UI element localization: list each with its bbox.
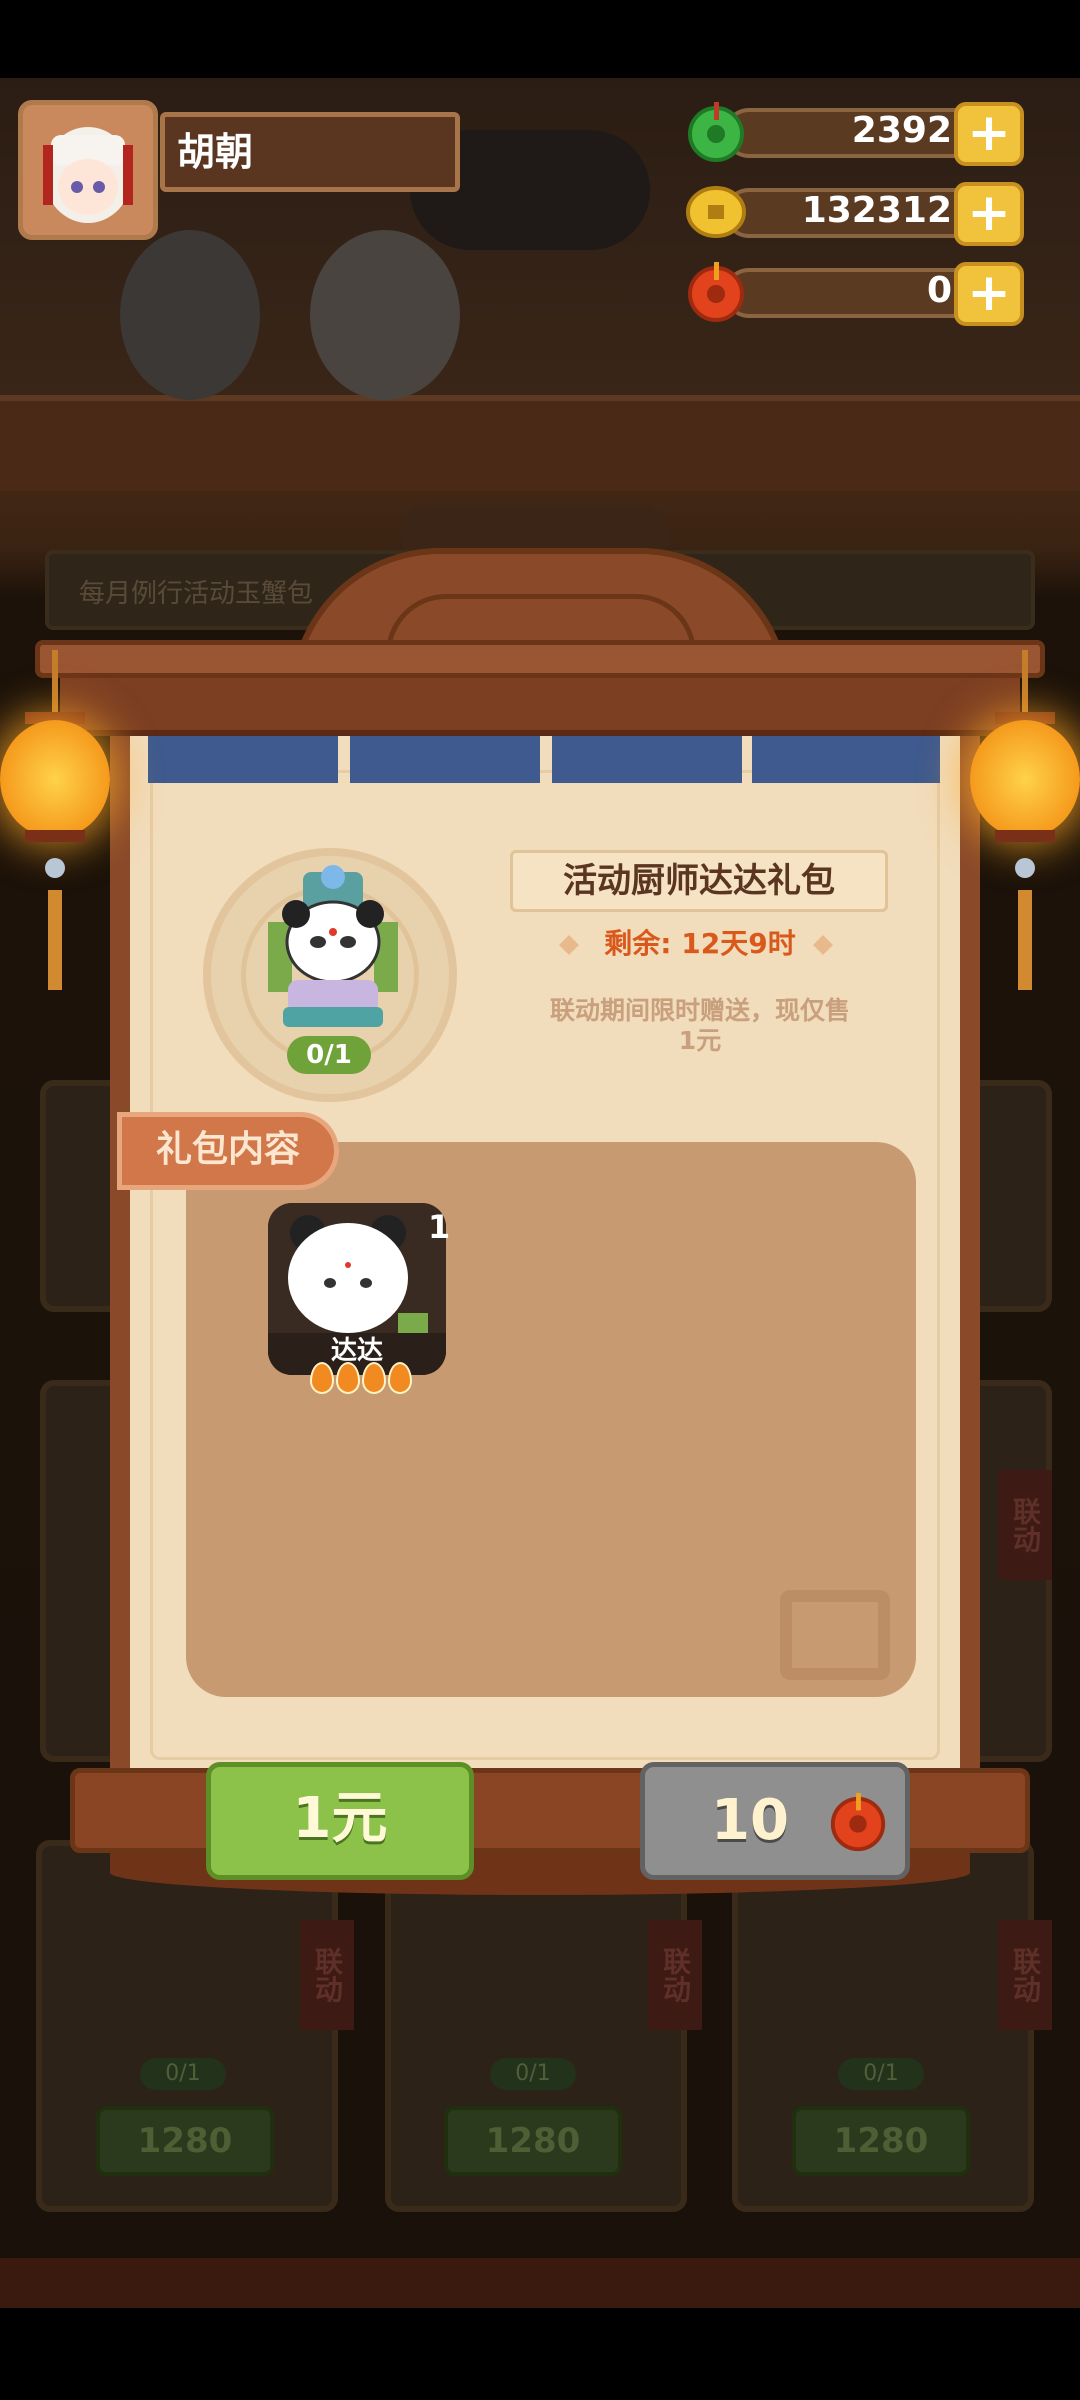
lantern-string [52,650,58,720]
gold-coin-icon [686,186,746,238]
green-jade-icon [688,102,744,162]
flame-star-icon [336,1362,360,1394]
player-avatar[interactable] [18,100,158,240]
background-side-tag: 联动 [998,1920,1052,2030]
red-jade-icon [830,1792,886,1852]
resource-value: 0 [926,270,952,311]
wave-tile [148,733,338,783]
background-side-tag: 联动 [300,1920,354,2030]
portrait-count: 0/1 [287,1036,371,1074]
background-side-tag: 联动 [998,1470,1052,1580]
lantern-right-icon [970,720,1080,838]
background-card-count: 0/1 [140,2058,226,2090]
wave-tile [350,733,540,783]
frame-top-beam [35,640,1045,678]
background-card-price: 1280 [96,2106,274,2176]
background-shelf [0,395,1080,491]
background-card-count: 0/1 [838,2058,924,2090]
add-red-jade-button[interactable]: + [954,262,1024,326]
wave-tile [752,733,940,783]
avatar-portrait-icon [23,105,153,235]
player-name: 胡朝 [160,112,460,192]
resource-red-jade: 0 + [684,260,1024,326]
flame-star-icon [388,1362,412,1394]
lantern-left-icon [0,720,110,838]
flame-star-icon [362,1362,386,1394]
frame-beam [60,675,1020,736]
resource-value: 132312 [801,190,952,231]
lantern-bead [1015,858,1035,878]
reward-item-quantity: 1 [428,1208,451,1246]
bottom-bar [0,2258,1080,2308]
reward-item-name: 达达 [330,1336,383,1366]
background-side-tag: 联动 [648,1920,702,2030]
add-gold-coin-button[interactable]: + [954,182,1024,246]
gift-pack-description: 联动期间限时赠送，现仅售1元 [550,996,851,1055]
lantern-string [1022,650,1028,720]
resource-green-jade: 2392 + [684,100,1024,166]
panda-chef-icon [268,865,398,1027]
lantern-cap [995,830,1055,842]
red-jade-price: 10 [711,1788,789,1853]
lantern-bead [45,858,65,878]
background-character [310,230,460,400]
background-card-price: 1280 [792,2106,970,2176]
buy-with-cash-button[interactable]: 1元 [206,1762,474,1880]
flame-star-icon [310,1362,334,1394]
background-card-count: 0/1 [490,2058,576,2090]
resource-gold-coin: 132312 + [684,180,1024,246]
swirl-ornament [780,1590,890,1680]
lantern-tassel [48,890,62,990]
background-character [120,230,260,400]
wave-tile [552,733,742,783]
gift-content-label: 礼包内容 [117,1112,339,1190]
buy-with-red-jade-button[interactable]: 10 [640,1762,910,1880]
background-card-price: 1280 [444,2106,622,2176]
add-green-jade-button[interactable]: + [954,102,1024,166]
lantern-tassel [1018,890,1032,990]
lantern-cap [25,830,85,842]
gift-pack-title: 活动厨师达达礼包 [510,850,888,912]
red-jade-icon [688,262,744,322]
resource-value: 2392 [851,110,952,151]
